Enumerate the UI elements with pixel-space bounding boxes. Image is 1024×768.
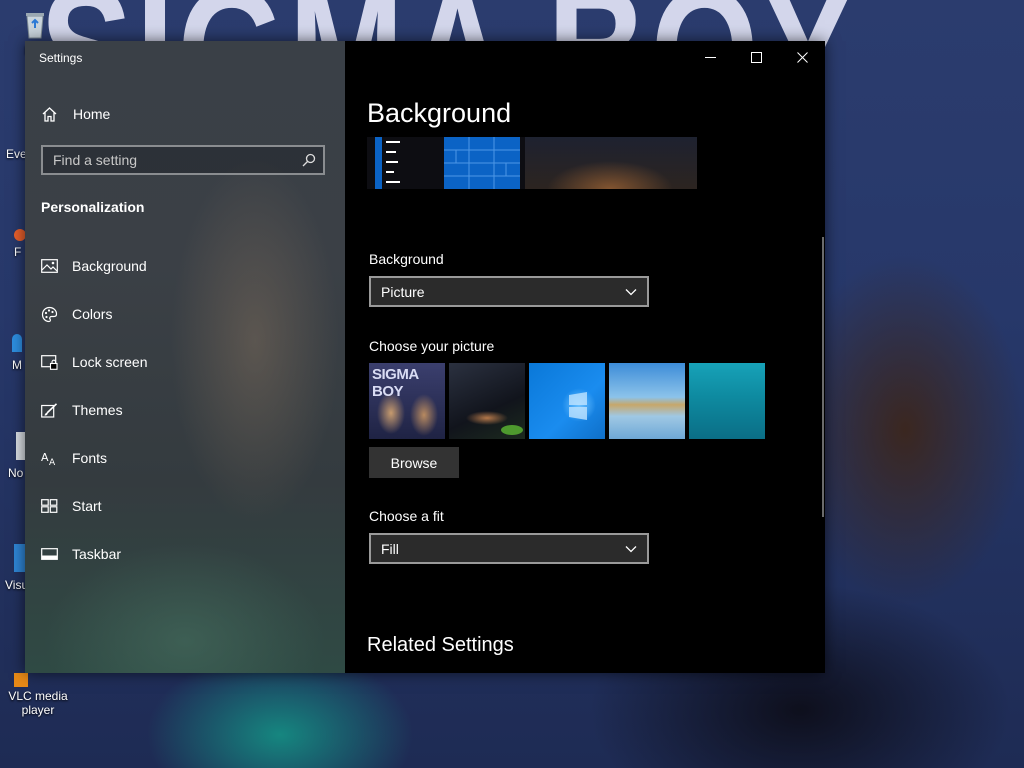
wallpaper-preview	[525, 137, 697, 189]
desktop-icon-label: No	[8, 466, 24, 480]
background-select[interactable]: Picture	[369, 276, 649, 307]
window-title: Settings	[39, 51, 83, 65]
picture-thumbnail-4[interactable]	[609, 363, 685, 439]
fit-select-value: Fill	[381, 540, 399, 557]
picture-thumbnails: SIGMA BOY	[369, 363, 765, 439]
desktop-icon-vlc[interactable]: VLC media player	[4, 673, 72, 717]
page-title: Background	[367, 98, 512, 128]
picture-icon	[41, 258, 58, 275]
start-menu-preview-icon	[375, 137, 400, 189]
search-box[interactable]	[41, 145, 325, 175]
related-settings-title: Related Settings	[367, 634, 514, 656]
desktop-icon-label: VLC media player	[8, 689, 68, 717]
content-pane: Background Background Picture Choose you…	[345, 41, 825, 673]
picture-thumbnail-3[interactable]	[529, 363, 605, 439]
desktop-icon-label: F	[14, 245, 22, 259]
settings-window: Settings Home Personalization Background	[25, 41, 825, 673]
nav-list: Background Colors Lock screen Themes A A…	[25, 242, 345, 578]
brush-icon	[41, 402, 58, 419]
fonts-icon: AA	[41, 450, 58, 467]
background-select-value: Picture	[381, 283, 425, 300]
sidebar-item-label: Start	[72, 498, 102, 514]
svg-text:A: A	[49, 458, 56, 466]
section-title: Personalization	[41, 199, 145, 215]
picture-thumbnail-2[interactable]	[449, 363, 525, 439]
taskbar-icon	[41, 546, 58, 563]
desktop-icon-no[interactable]: No	[8, 432, 26, 480]
scrollbar[interactable]	[822, 237, 824, 517]
sidebar-item-label: Lock screen	[72, 354, 148, 370]
choose-picture-label: Choose your picture	[369, 338, 495, 354]
app-icon	[12, 334, 22, 352]
background-label: Background	[369, 251, 444, 267]
sidebar-item-themes[interactable]: Themes	[25, 386, 345, 434]
sidebar-item-start[interactable]: Start	[25, 482, 345, 530]
windows-logo-icon	[569, 392, 587, 420]
sidebar-item-label: Taskbar	[72, 546, 122, 562]
sidebar-item-colors[interactable]: Colors	[25, 290, 345, 338]
picture-thumbnail-1[interactable]: SIGMA BOY	[369, 363, 445, 439]
chevron-down-icon	[625, 545, 637, 552]
background-preview	[367, 137, 697, 189]
palette-icon	[41, 306, 58, 323]
sidebar-item-taskbar[interactable]: Taskbar	[25, 530, 345, 578]
vlc-icon	[14, 673, 28, 687]
desktop-icon-m[interactable]: M	[12, 334, 22, 372]
fit-label: Choose a fit	[369, 508, 444, 524]
svg-text:A: A	[41, 451, 49, 464]
fit-select[interactable]: Fill	[369, 533, 649, 564]
sidebar-item-background[interactable]: Background	[25, 242, 345, 290]
sidebar-item-label: Themes	[72, 402, 123, 418]
start-icon	[41, 498, 58, 515]
chevron-down-icon	[625, 288, 637, 295]
desktop-icon-label: Eve	[6, 147, 27, 161]
nav-home[interactable]: Home	[41, 104, 110, 124]
sidebar-item-label: Background	[72, 258, 147, 274]
tiles-preview-icon	[444, 137, 520, 189]
sidebar-item-lock-screen[interactable]: Lock screen	[25, 338, 345, 386]
home-icon	[42, 106, 57, 122]
thumbnail-caption: SIGMA BOY	[372, 366, 419, 400]
search-icon[interactable]	[295, 153, 323, 167]
sidebar: Settings Home Personalization Background	[25, 41, 345, 673]
picture-thumbnail-5[interactable]	[689, 363, 765, 439]
sidebar-item-fonts[interactable]: AA Fonts	[25, 434, 345, 482]
browse-button[interactable]: Browse	[369, 447, 459, 478]
nav-home-label: Home	[73, 106, 111, 122]
sidebar-item-label: Fonts	[72, 450, 108, 466]
lock-screen-icon	[41, 354, 58, 371]
recycle-bin-icon	[26, 13, 44, 39]
desktop-icon-eve[interactable]: Eve	[6, 147, 27, 161]
desktop-icon-label: M	[12, 358, 22, 372]
sidebar-item-label: Colors	[72, 306, 113, 322]
search-input[interactable]	[43, 152, 295, 168]
